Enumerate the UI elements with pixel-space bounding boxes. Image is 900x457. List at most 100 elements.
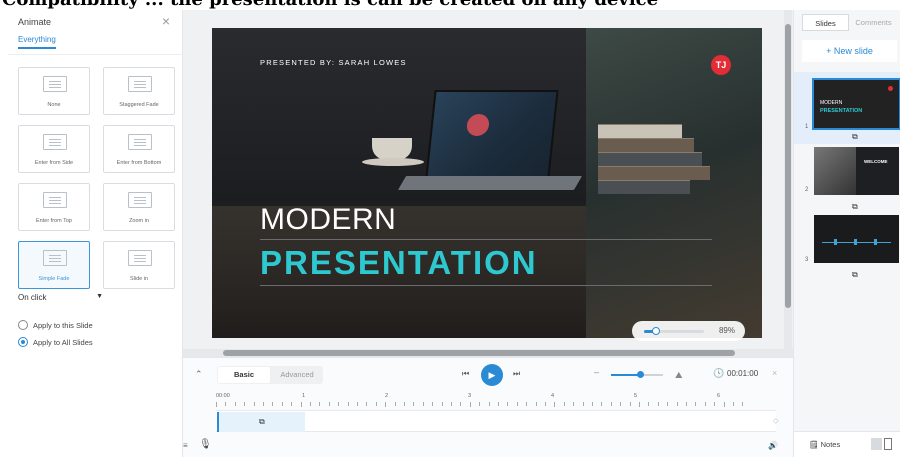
play-button[interactable]: ▶ — [481, 364, 503, 386]
ruler-tick — [723, 402, 725, 407]
ruler-tick — [582, 402, 584, 406]
ruler-tick — [375, 402, 377, 406]
vertical-scrollbar[interactable] — [784, 10, 792, 355]
expand-icon[interactable]: ⬦ — [773, 416, 779, 426]
chevron-up-icon[interactable]: ⌃ — [195, 369, 203, 380]
ruler-tick — [263, 402, 264, 406]
laptop-image — [425, 90, 559, 178]
scrollbar-thumb[interactable] — [223, 350, 735, 356]
skip-forward-icon[interactable]: ⏭ — [513, 369, 520, 379]
ruler-tick — [310, 402, 311, 406]
cropped-caption: Compatibility ... the presentation is ca… — [0, 0, 900, 10]
saucer-image — [362, 158, 424, 166]
effect-zoom-in[interactable]: Zoom in — [103, 183, 175, 231]
ruler-tick — [272, 402, 274, 406]
mode-toggle: Basic Advanced — [217, 366, 323, 384]
dark-block — [856, 147, 899, 195]
ruler-tick — [516, 402, 518, 406]
ruler-tick — [460, 402, 462, 406]
effect-preview-icon — [128, 250, 152, 266]
slide-number: 1 — [805, 124, 809, 130]
slide-thumbnail-image[interactable] — [814, 215, 899, 263]
new-slide-button[interactable]: + New slide — [802, 40, 897, 62]
scrollbar-thumb[interactable] — [785, 24, 791, 308]
microphone-icon[interactable]: 🎙 — [199, 439, 212, 450]
tab-comments[interactable]: Comments — [850, 14, 897, 31]
ruler-label: 6 — [717, 393, 721, 399]
ruler-tick — [648, 402, 650, 406]
slide-thumbnail-1[interactable]: 1 MODERN PRESENTATION ⧉ — [794, 72, 900, 144]
advanced-mode-button[interactable]: Advanced — [271, 367, 323, 383]
effect-slide-in[interactable]: Slide in — [103, 241, 175, 289]
speed-slider-handle[interactable] — [636, 371, 644, 378]
ruler-tick — [657, 402, 659, 406]
timeline-marker — [834, 239, 837, 245]
slide-thumbnail-3[interactable]: 3 ⧉ — [794, 215, 900, 287]
animation-clip[interactable]: ⧉ — [217, 412, 305, 432]
effect-staggered-fade[interactable]: Staggered Fade — [103, 67, 175, 115]
slide-number: 3 — [805, 257, 809, 263]
photo-block — [814, 147, 856, 195]
close-icon[interactable]: × — [772, 368, 777, 378]
effect-preview-icon — [43, 76, 67, 92]
slide-preview[interactable]: PRESENTED BY: SARAH LOWES TJ MODERN PRES… — [212, 28, 762, 338]
apply-all-slides-option[interactable]: Apply to All Slides — [18, 337, 93, 347]
tab-everything[interactable]: Everything — [18, 35, 56, 49]
animation-block-icon: ⧉ — [259, 417, 265, 426]
speaker-icon[interactable]: 🔊 — [768, 441, 778, 450]
slide-title-line1[interactable]: MODERN — [260, 203, 396, 237]
slide-thumbnail-2[interactable]: 2 WELCOME ⧉ — [794, 147, 900, 217]
ruler-tick — [573, 402, 575, 406]
ruler-tick — [639, 402, 640, 407]
notes-bar: 🗒 Notes — [794, 431, 900, 457]
grid-view-icon[interactable] — [871, 438, 882, 450]
trigger-select[interactable]: On click ▼ — [18, 293, 103, 311]
mountain-icon[interactable]: ⛰ — [675, 370, 683, 381]
skip-back-icon[interactable]: ⏮ — [462, 369, 469, 379]
notes-button[interactable]: 🗒 Notes — [809, 438, 840, 452]
split-view-icon[interactable] — [884, 438, 892, 450]
ruler-tick — [498, 402, 499, 406]
ruler-label: 2 — [385, 393, 389, 399]
ruler-tick — [704, 402, 706, 406]
horizontal-scrollbar[interactable] — [183, 349, 793, 357]
ruler-tick — [667, 402, 669, 406]
book-image — [598, 124, 682, 138]
ruler-tick — [394, 402, 396, 406]
ruler-tick — [338, 402, 340, 406]
zoom-slider-handle[interactable] — [652, 327, 660, 335]
ruler-tick — [545, 402, 546, 406]
ruler-tick — [357, 402, 358, 406]
radio-icon[interactable] — [18, 320, 28, 330]
timeline-panel: ⌃ Basic Advanced ⏮ ▶ ⏭ – ⛰ 🕓 00:01:00 × … — [183, 357, 793, 457]
slide-thumbnail-image[interactable]: MODERN PRESENTATION — [812, 78, 900, 130]
radio-checked-icon[interactable] — [18, 337, 28, 347]
ruler-label: 5 — [634, 393, 638, 399]
coffee-cup-image — [372, 138, 412, 160]
slide-title-line2[interactable]: PRESENTATION — [260, 244, 538, 282]
ruler-tick — [404, 402, 405, 406]
menu-icon[interactable]: ≡ — [183, 441, 188, 450]
chevron-down-icon: ▼ — [96, 293, 103, 300]
brand-logo: TJ — [711, 55, 731, 75]
ruler-tick — [629, 402, 631, 406]
effect-simple-fade[interactable]: Simple Fade — [18, 241, 90, 289]
effect-enter-from-side[interactable]: Enter from Side — [18, 125, 90, 173]
ruler-label: 3 — [468, 393, 472, 399]
effect-enter-from-bottom[interactable]: Enter from Bottom — [103, 125, 175, 173]
slide-thumbnail-image[interactable]: WELCOME — [814, 147, 899, 195]
effect-none[interactable]: None — [18, 67, 90, 115]
apply-this-slide-option[interactable]: Apply to this Slide — [18, 320, 93, 330]
ruler-label: 4 — [551, 393, 555, 399]
close-icon[interactable]: × — [162, 13, 170, 29]
minus-icon[interactable]: – — [594, 367, 599, 377]
ruler-tick — [592, 402, 593, 406]
ruler-tick — [328, 402, 330, 406]
ruler-tick — [291, 402, 293, 406]
effect-enter-from-top[interactable]: Enter from Top — [18, 183, 90, 231]
divider — [8, 54, 182, 55]
effect-preview-icon — [128, 134, 152, 150]
basic-mode-button[interactable]: Basic — [218, 367, 270, 383]
ruler-tick — [225, 402, 227, 406]
tab-slides[interactable]: Slides — [802, 14, 849, 31]
